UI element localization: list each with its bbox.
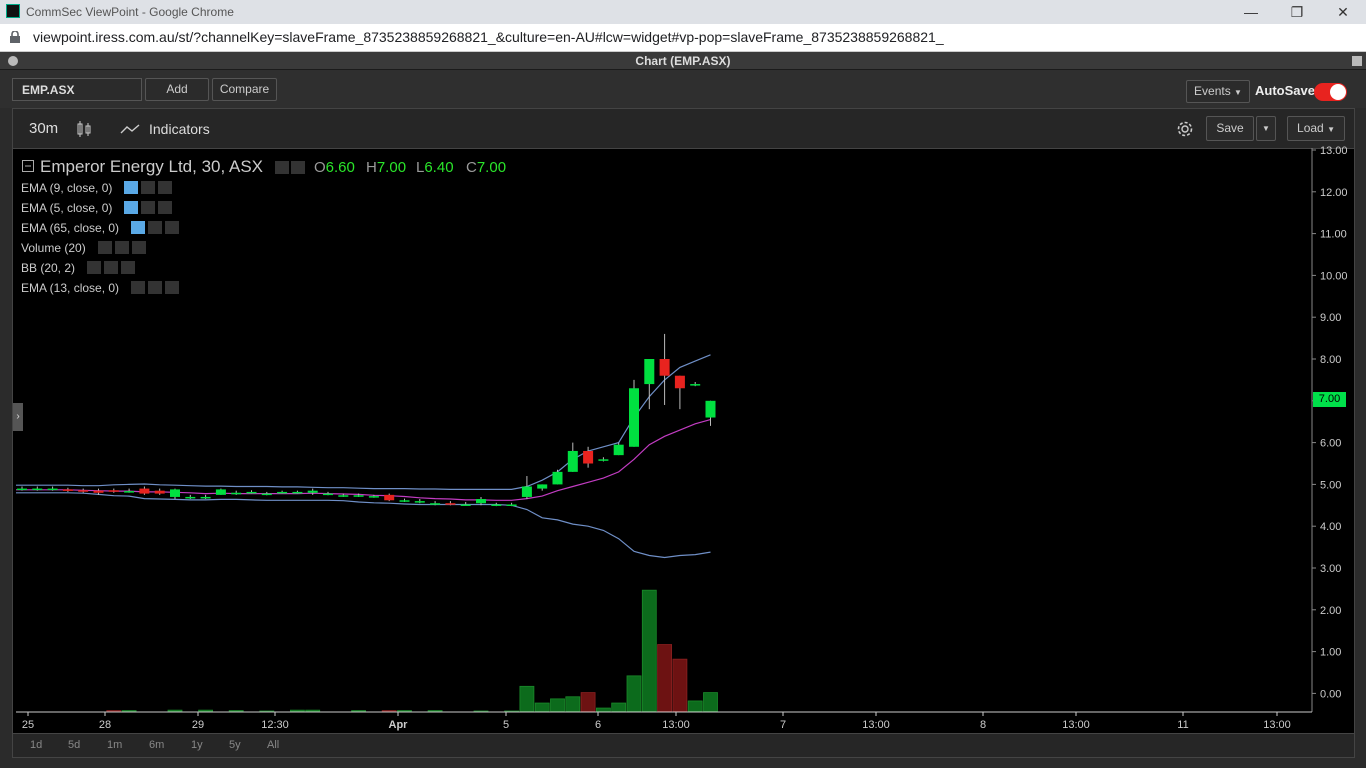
close-icon[interactable] xyxy=(158,201,172,214)
autosave-toggle[interactable] xyxy=(1314,83,1347,101)
autosave-label: AutoSave xyxy=(1255,83,1315,98)
panel-title: Chart (EMP.ASX) xyxy=(635,54,731,68)
events-dropdown[interactable]: Events ▼ xyxy=(1186,80,1250,103)
url-text[interactable]: viewpoint.iress.com.au/st/?channelKey=sl… xyxy=(33,29,944,45)
period-5d[interactable]: 5d xyxy=(68,739,80,751)
symbol-input[interactable]: EMP.ASX xyxy=(12,78,142,101)
events-label: Events xyxy=(1194,84,1231,98)
indicator-bb[interactable]: BB (20, 2) xyxy=(21,261,75,275)
eye-icon[interactable] xyxy=(275,161,289,174)
load-label: Load xyxy=(1297,121,1324,135)
ohlc-low: L6.40 xyxy=(416,159,454,176)
gear-icon[interactable] xyxy=(141,181,155,194)
chart-container: 30m Indicators Save ▼ Load ▼ 1d 5d 1m 6m… xyxy=(12,108,1355,758)
close-window-button[interactable]: ✕ xyxy=(1328,2,1358,22)
eye-icon[interactable] xyxy=(131,281,145,294)
add-button[interactable]: Add xyxy=(145,78,209,101)
eye-icon[interactable] xyxy=(98,241,112,254)
indicator-ema-13[interactable]: EMA (13, close, 0) xyxy=(21,281,119,295)
address-bar[interactable]: viewpoint.iress.com.au/st/?channelKey=sl… xyxy=(0,24,1366,52)
compare-button[interactable]: Compare xyxy=(212,78,277,101)
close-icon[interactable] xyxy=(132,241,146,254)
close-icon[interactable] xyxy=(158,181,172,194)
panel-titlebar: Chart (EMP.ASX) xyxy=(0,52,1366,70)
legend-title: Emperor Energy Ltd, 30, ASX xyxy=(40,157,264,176)
close-icon[interactable] xyxy=(165,221,179,234)
high-label: H xyxy=(366,159,377,176)
gear-icon[interactable] xyxy=(115,241,129,254)
indicator-ema-9[interactable]: EMA (9, close, 0) xyxy=(21,181,112,195)
period-1m[interactable]: 1m xyxy=(107,739,122,751)
window-title: CommSec ViewPoint - Google Chrome xyxy=(26,5,234,19)
close-value: 7.00 xyxy=(476,159,507,176)
save-options-chevron-down-icon[interactable]: ▼ xyxy=(1256,116,1276,141)
minimize-button[interactable]: — xyxy=(1236,2,1266,22)
period-1y[interactable]: 1y xyxy=(191,739,203,751)
period-all[interactable]: All xyxy=(267,739,279,751)
interval-selector[interactable]: 30m xyxy=(29,120,58,137)
lock-icon xyxy=(10,31,20,43)
close-icon[interactable] xyxy=(121,261,135,274)
indicators-icon xyxy=(120,124,140,134)
toggle-knob xyxy=(1330,84,1346,100)
symbol-toolbar: EMP.ASX Add Compare Events ▼ AutoSave xyxy=(0,70,1366,108)
close-icon[interactable] xyxy=(165,281,179,294)
panel-menu-icon[interactable] xyxy=(8,56,18,66)
load-dropdown[interactable]: Load ▼ xyxy=(1287,116,1345,141)
side-panel-expand-handle[interactable]: › xyxy=(13,403,23,431)
candle-style-icon[interactable] xyxy=(76,120,92,138)
ohlc-close: C7.00 xyxy=(466,159,506,176)
period-5y[interactable]: 5y xyxy=(229,739,241,751)
chart-toolbar: 30m Indicators Save ▼ Load ▼ xyxy=(13,109,1354,149)
indicator-ema-5[interactable]: EMA (5, close, 0) xyxy=(21,201,112,215)
low-value: 6.40 xyxy=(424,159,454,176)
last-price-tag: 7.00 xyxy=(1313,392,1346,407)
indicators-button[interactable]: Indicators xyxy=(149,121,210,137)
high-value: 7.00 xyxy=(376,159,407,176)
restore-button[interactable]: ❐ xyxy=(1282,2,1312,22)
panel-maximize-icon[interactable] xyxy=(1352,56,1362,66)
chevron-down-icon: ▼ xyxy=(1234,88,1242,97)
ohlc-high: H7.00 xyxy=(366,159,406,176)
open-label: O xyxy=(314,159,326,176)
app-favicon-icon xyxy=(6,4,20,18)
gear-icon[interactable] xyxy=(291,161,305,174)
indicator-volume[interactable]: Volume (20) xyxy=(21,241,86,255)
ohlc-open: O6.60 xyxy=(314,159,355,176)
eye-icon[interactable] xyxy=(124,181,138,194)
gear-icon[interactable] xyxy=(104,261,118,274)
period-1d[interactable]: 1d xyxy=(30,739,42,751)
save-button[interactable]: Save xyxy=(1206,116,1254,141)
chevron-down-icon: ▼ xyxy=(1327,125,1335,134)
close-label: C xyxy=(466,159,477,176)
gear-icon[interactable] xyxy=(148,281,162,294)
eye-icon[interactable] xyxy=(87,261,101,274)
eye-icon[interactable] xyxy=(131,221,145,234)
period-bar: 1d 5d 1m 6m 1y 5y All xyxy=(13,733,1354,757)
gear-icon[interactable] xyxy=(141,201,155,214)
eye-icon[interactable] xyxy=(124,201,138,214)
browser-titlebar: CommSec ViewPoint - Google Chrome — ❐ ✕ xyxy=(0,0,1366,24)
collapse-legend-icon[interactable] xyxy=(22,160,34,172)
indicator-ema-65[interactable]: EMA (65, close, 0) xyxy=(21,221,119,235)
period-6m[interactable]: 6m xyxy=(149,739,164,751)
settings-gear-icon[interactable] xyxy=(1175,119,1195,139)
gear-icon[interactable] xyxy=(148,221,162,234)
open-value: 6.60 xyxy=(325,159,355,176)
